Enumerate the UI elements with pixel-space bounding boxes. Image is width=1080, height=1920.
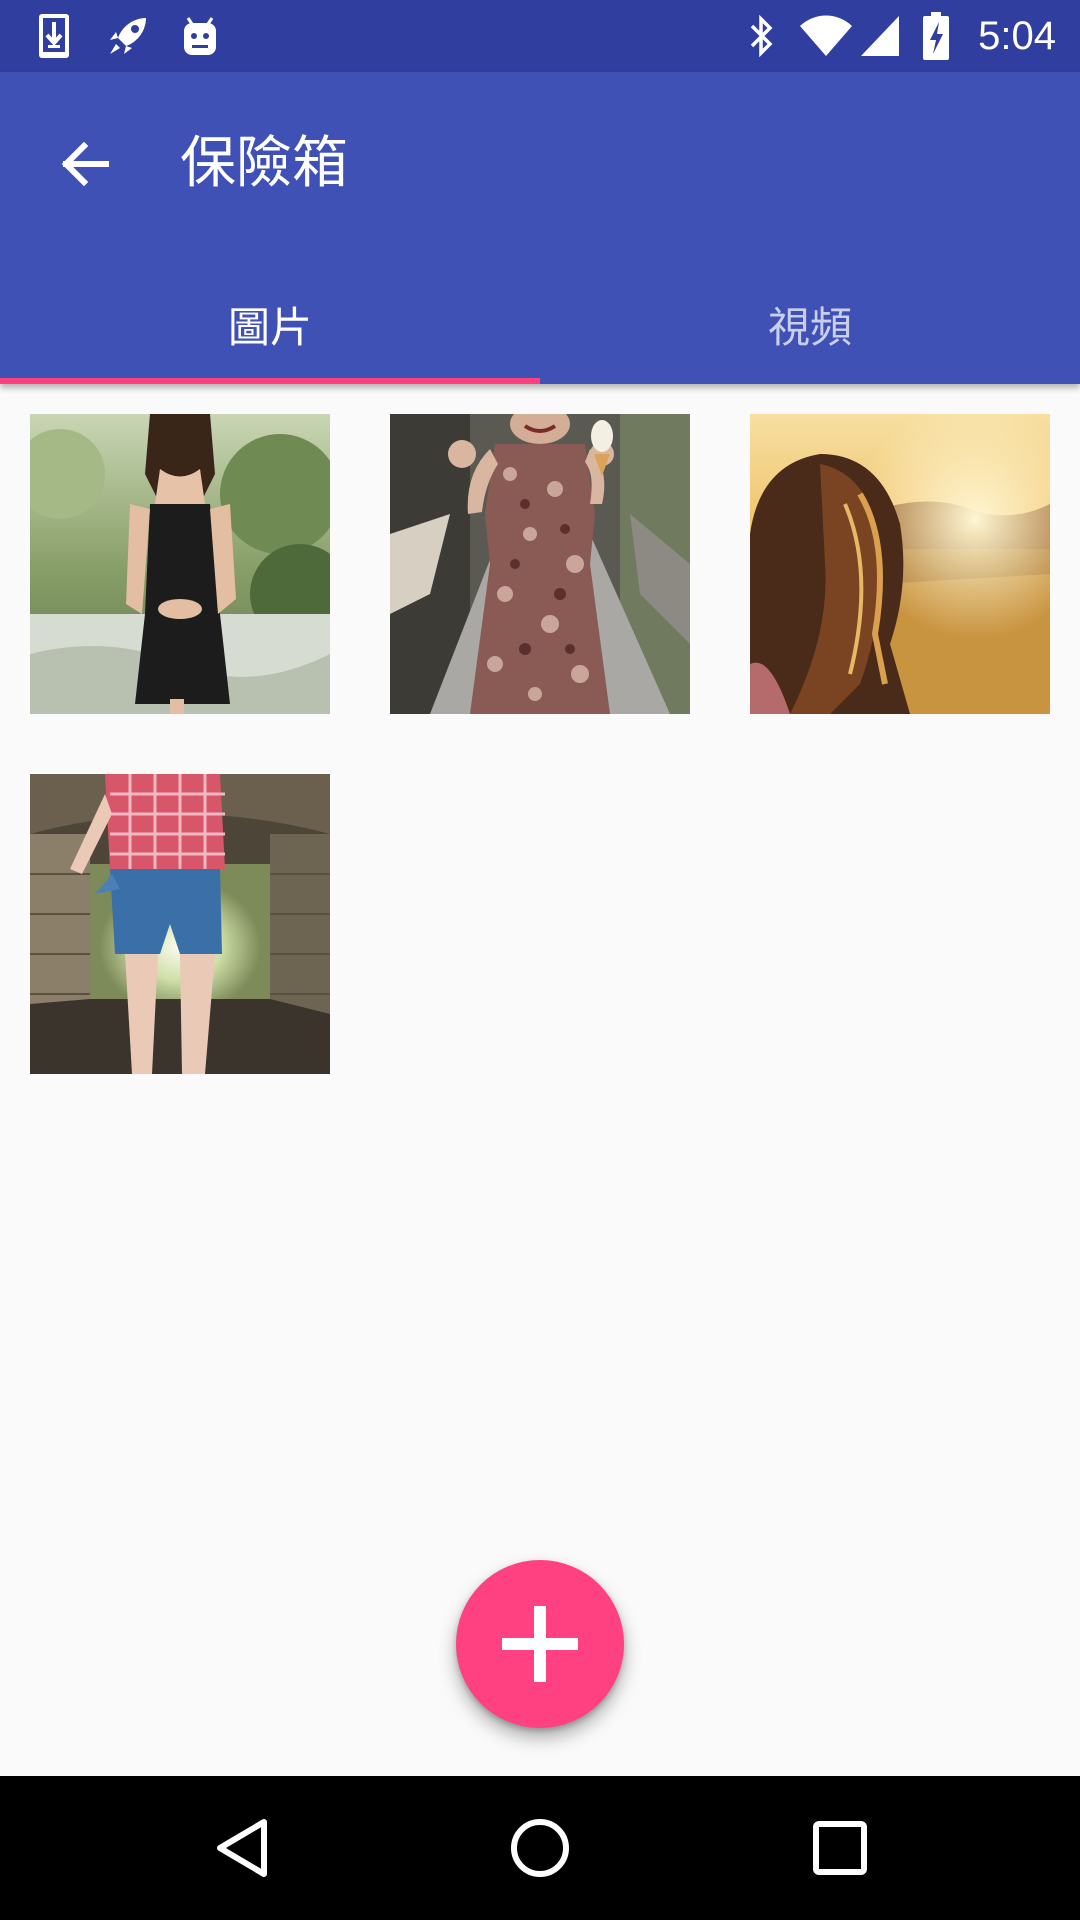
- photo-woman-sunset-field: [750, 414, 1050, 714]
- back-triangle-icon: [217, 1819, 267, 1877]
- back-button[interactable]: [40, 120, 128, 208]
- recents-square-icon: [813, 1821, 867, 1875]
- photo-woman-tunnel-denim-shorts: [30, 774, 330, 1074]
- add-button[interactable]: [456, 1560, 624, 1728]
- status-bar: 5:04: [0, 0, 1080, 72]
- navigation-bar: [0, 1776, 1080, 1920]
- battery-charging-icon: [920, 12, 952, 60]
- nav-back-button[interactable]: [182, 1800, 302, 1896]
- download-icon: [34, 12, 74, 60]
- app-bar: 保險箱 圖片 視頻: [0, 72, 1080, 384]
- home-circle-icon: [511, 1819, 569, 1877]
- nav-recents-button[interactable]: [780, 1800, 900, 1896]
- rocket-icon: [104, 12, 152, 60]
- nav-home-button[interactable]: [480, 1800, 600, 1896]
- bluetooth-icon: [744, 12, 780, 60]
- tab-pictures[interactable]: 圖片: [0, 264, 540, 384]
- tab-indicator: [0, 378, 540, 384]
- add-icon: [502, 1606, 578, 1682]
- tab-videos[interactable]: 視頻: [540, 264, 1080, 384]
- photo-thumbnail-3[interactable]: [750, 414, 1050, 714]
- tab-videos-label: 視頻: [767, 302, 852, 352]
- page-title: 保險箱: [180, 131, 348, 196]
- photo-woman-black-dress: [30, 414, 330, 714]
- photo-thumbnail-4[interactable]: [30, 774, 330, 1074]
- cellular-signal-icon: [858, 12, 902, 60]
- clock: 5:04: [978, 14, 1056, 58]
- arrow-back-icon: [61, 141, 109, 187]
- android-icon: [176, 12, 224, 60]
- photo-woman-floral-dress-icecream: [390, 414, 690, 714]
- tab-bar: 圖片 視頻: [0, 264, 1080, 384]
- photo-thumbnail-2[interactable]: [390, 414, 690, 714]
- wifi-icon: [798, 12, 854, 60]
- tab-pictures-label: 圖片: [227, 302, 312, 352]
- photo-thumbnail-1[interactable]: [30, 414, 330, 714]
